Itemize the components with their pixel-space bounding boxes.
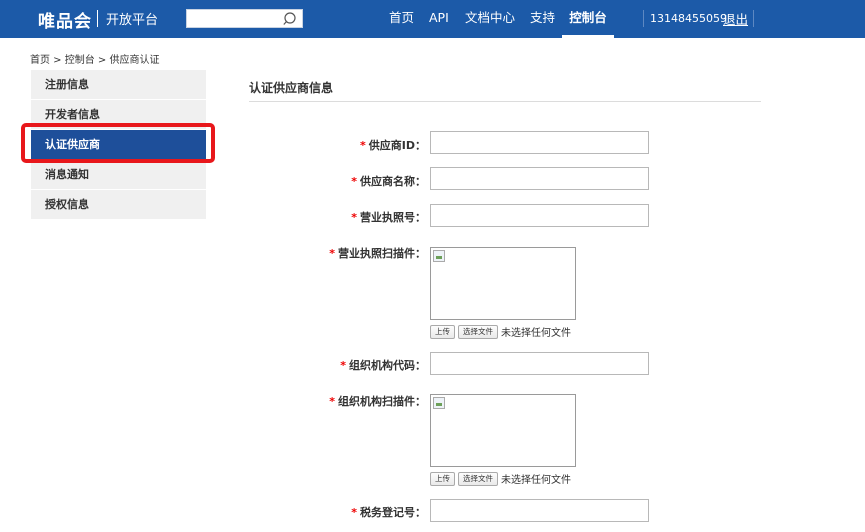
license-scan-preview [430,247,576,320]
tax-number-label: * 税务登记号： [351,506,426,519]
sidebar-item-registration[interactable]: 注册信息 [31,70,206,100]
org-code-input[interactable] [430,352,649,375]
highlight-annotation [21,123,215,163]
tax-number-input[interactable] [430,499,649,522]
sidebar-item-authorization[interactable]: 授权信息 [31,190,206,220]
choose-file-button[interactable]: 选择文件 [458,471,498,486]
platform-name: 开放平台 [106,13,159,28]
breadcrumb: 首页 > 控制台 > 供应商认证 [30,55,160,66]
search-icon[interactable] [283,11,299,27]
license-number-input[interactable] [430,204,649,227]
choose-file-button[interactable]: 选择文件 [458,324,498,339]
no-file-text: 未选择任何文件 [501,328,571,339]
supplier-name-label: * 供应商名称： [351,175,426,188]
nav-support[interactable]: 支持 [530,0,555,38]
header-divider [753,10,754,27]
section-title: 认证供应商信息 [249,81,334,95]
license-scan-label: * 营业执照扫描件： [329,247,426,260]
org-code-label: * 组织机构代码： [340,359,426,372]
license-upload-controls: 上传 选择文件 未选择任何文件 [430,324,571,339]
nav-api[interactable]: API [429,0,449,38]
nav-home[interactable]: 首页 [389,0,414,38]
required-mark: * [351,175,357,188]
supplier-id-input[interactable] [430,131,649,154]
logo-divider [97,10,98,27]
no-file-text: 未选择任何文件 [501,475,571,486]
section-divider [249,101,761,102]
upload-button[interactable]: 上传 [430,471,455,486]
top-navigation-bar: 唯品会 开放平台 首页 API 文档中心 支持 控制台 13148455059 … [0,0,865,38]
supplier-id-label: * 供应商ID： [360,139,426,152]
required-mark: * [329,395,335,408]
required-mark: * [340,359,346,372]
header-divider [643,10,644,27]
site-logo[interactable]: 唯品会 [38,7,92,32]
required-mark: * [329,247,335,260]
nav-console[interactable]: 控制台 [562,0,614,38]
required-mark: * [360,139,366,152]
search-input[interactable] [186,9,303,28]
nav-docs[interactable]: 文档中心 [465,0,515,38]
broken-image-icon [433,397,445,409]
logout-link[interactable]: 退出 [723,1,748,39]
upload-button[interactable]: 上传 [430,324,455,339]
org-upload-controls: 上传 选择文件 未选择任何文件 [430,471,571,486]
sidebar-item-notifications[interactable]: 消息通知 [31,160,206,190]
supplier-name-input[interactable] [430,167,649,190]
broken-image-icon [433,250,445,262]
org-scan-preview [430,394,576,467]
user-phone: 13148455059 [650,12,727,25]
org-scan-label: * 组织机构扫描件： [329,395,426,408]
required-mark: * [351,506,357,519]
required-mark: * [351,211,357,224]
license-number-label: * 营业执照号： [351,211,426,224]
